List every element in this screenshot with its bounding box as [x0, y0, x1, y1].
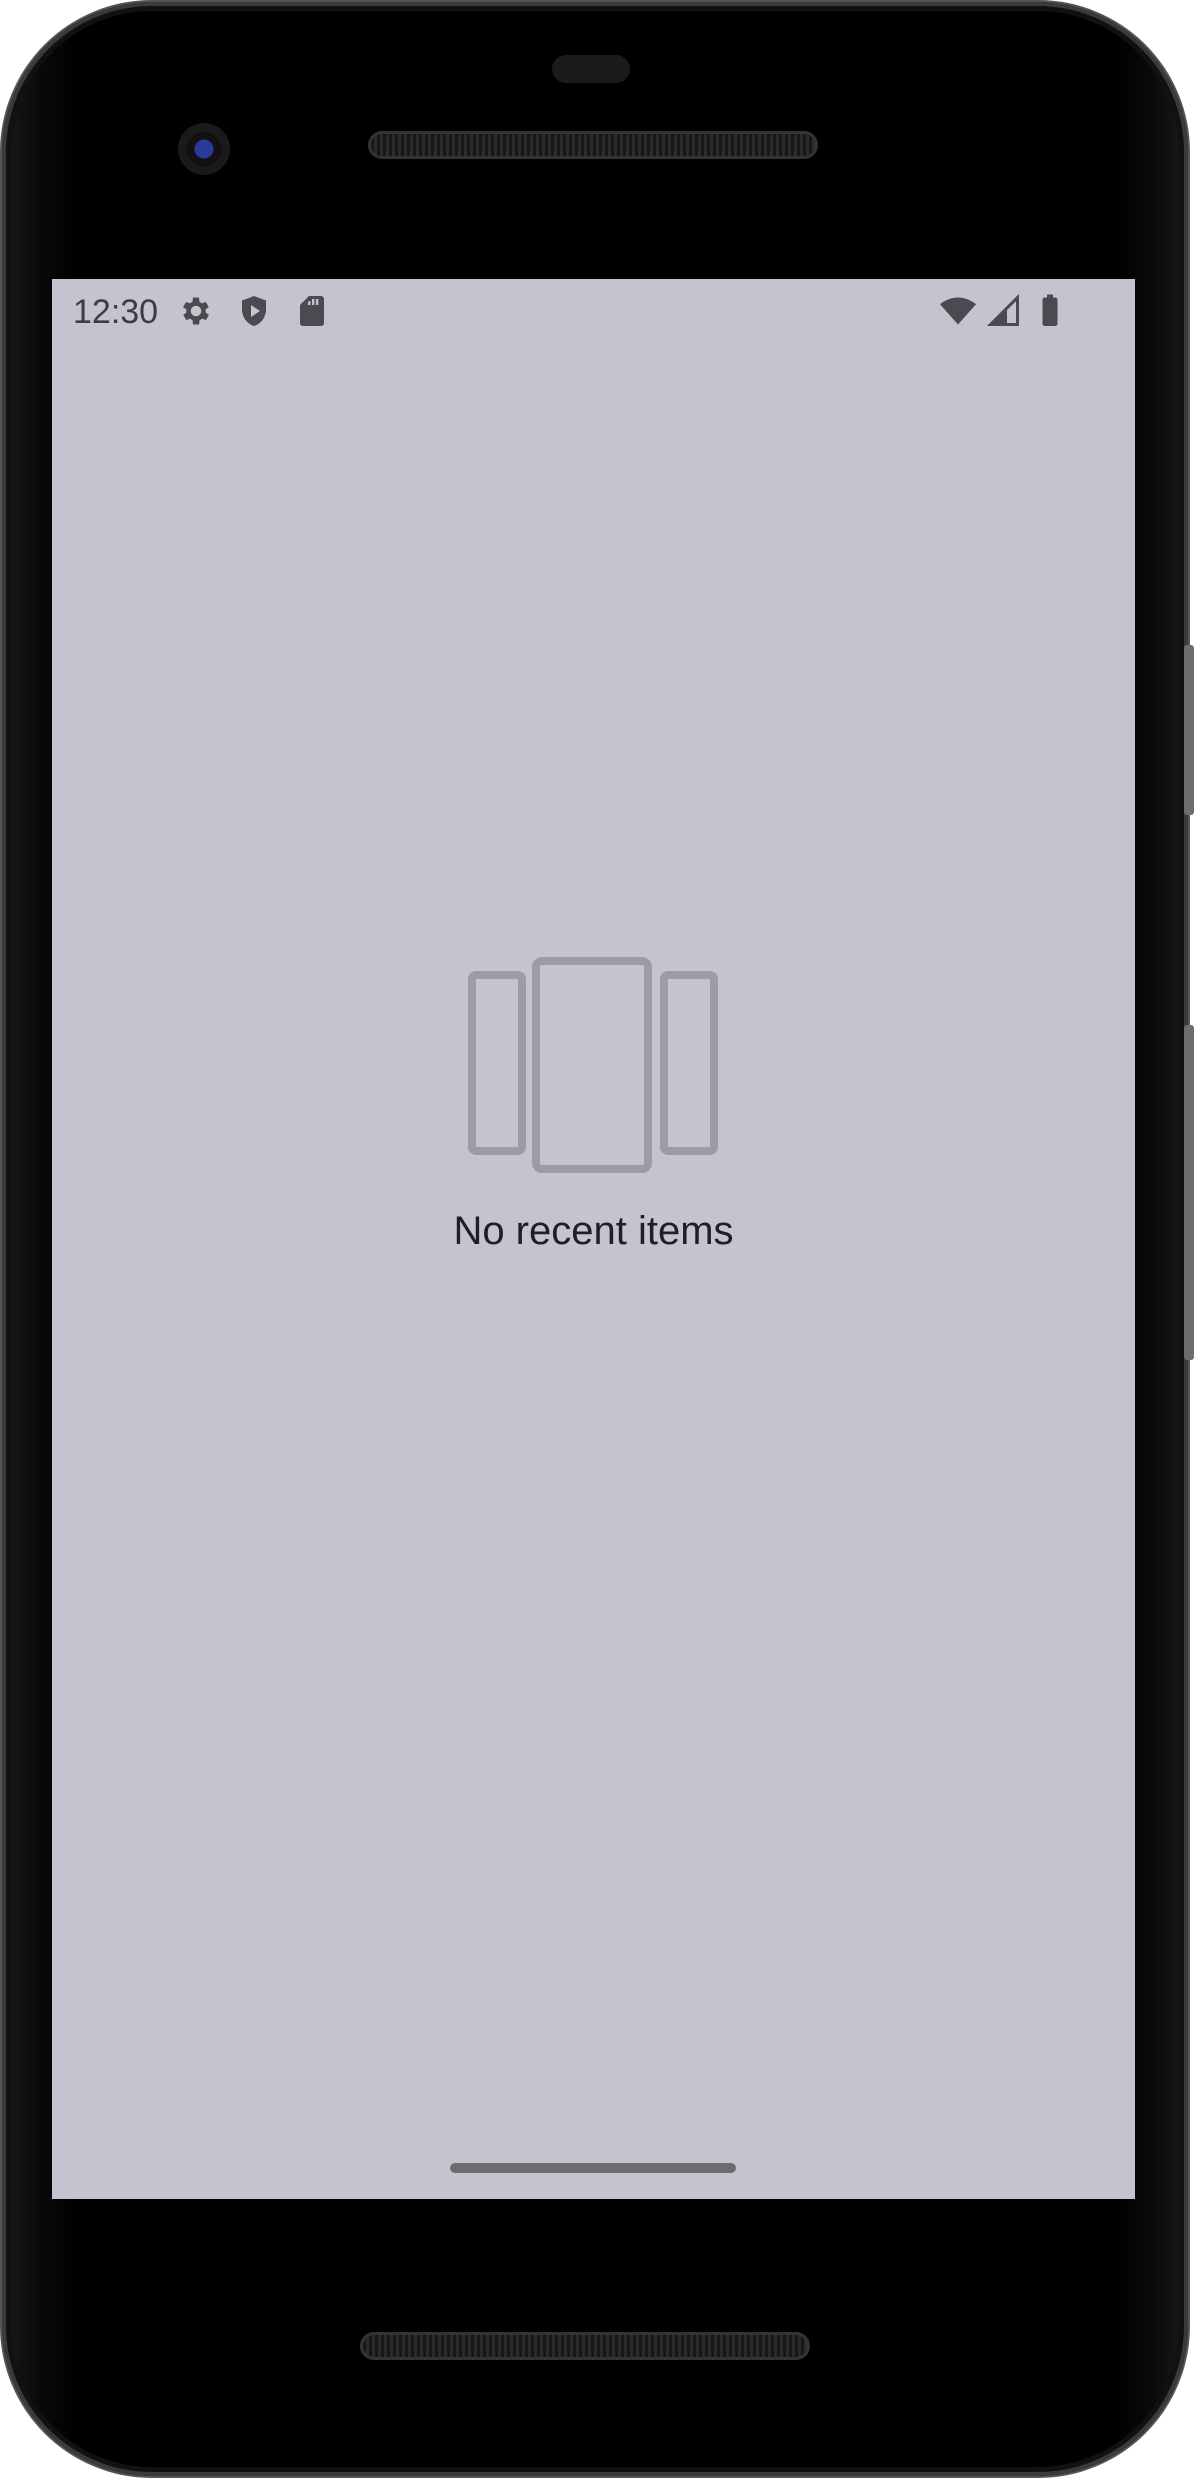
empty-recents-message: No recent items — [453, 1209, 734, 1253]
recents-empty-state: No recent items — [52, 957, 1135, 1277]
phone-screen: 12:30 No recent items — [52, 279, 1135, 2199]
cell-signal-icon — [986, 293, 1022, 329]
power-button — [1184, 645, 1194, 815]
wifi-icon — [940, 293, 976, 329]
front-camera-icon — [178, 123, 230, 175]
phone-device: 12:30 No recent items — [0, 0, 1194, 2480]
bottom-speaker — [360, 2332, 810, 2360]
shield-play-icon — [236, 293, 272, 329]
sensor-slot — [552, 55, 630, 83]
recents-icon — [468, 957, 720, 1177]
status-bar: 12:30 — [52, 279, 1135, 349]
home-gesture-bar[interactable] — [450, 2163, 736, 2173]
status-time: 12:30 — [73, 293, 159, 331]
volume-button — [1184, 1025, 1194, 1360]
battery-icon — [1032, 293, 1068, 329]
sd-card-icon — [294, 293, 330, 329]
top-speaker — [368, 131, 818, 159]
gear-icon — [178, 293, 214, 329]
